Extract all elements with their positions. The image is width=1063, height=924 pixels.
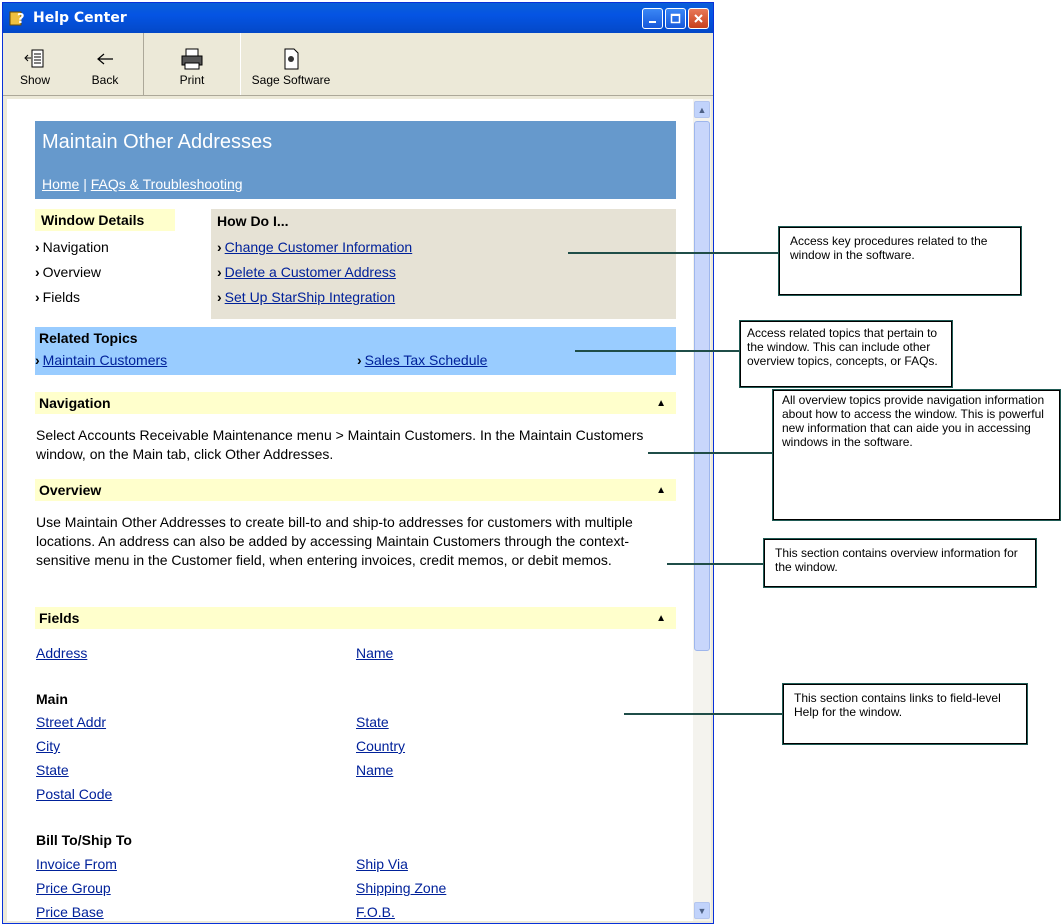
chevron-right-icon: › bbox=[217, 264, 222, 280]
how-do-i-heading: How Do I... bbox=[217, 213, 289, 229]
callout-connector bbox=[667, 563, 763, 565]
window-title: Help Center bbox=[33, 10, 127, 26]
show-button[interactable]: Show bbox=[3, 33, 67, 95]
window-details-heading: Window Details bbox=[35, 209, 175, 231]
field-link[interactable]: State bbox=[36, 762, 69, 778]
close-icon bbox=[694, 13, 703, 23]
collapse-icon[interactable]: ▲ bbox=[656, 485, 666, 496]
related-topic-item[interactable]: › Sales Tax Schedule bbox=[357, 352, 487, 368]
faq-link[interactable]: FAQs & Troubleshooting bbox=[91, 176, 243, 192]
minimize-icon bbox=[649, 20, 656, 23]
chevron-right-icon: › bbox=[217, 289, 222, 305]
minimize-button[interactable] bbox=[642, 7, 663, 29]
delete-address-link[interactable]: Delete a Customer Address bbox=[225, 264, 396, 280]
chevron-right-icon: › bbox=[357, 352, 362, 368]
scroll-up-button[interactable]: ▲ bbox=[694, 101, 710, 118]
breadcrumb-separator: | bbox=[83, 176, 87, 192]
chevron-right-icon: › bbox=[35, 264, 40, 280]
change-customer-link[interactable]: Change Customer Information bbox=[225, 239, 413, 255]
print-label: Print bbox=[179, 73, 205, 87]
page-title: Maintain Other Addresses bbox=[42, 131, 273, 153]
field-link[interactable]: Invoice From bbox=[36, 856, 117, 872]
back-label: Back bbox=[91, 73, 119, 87]
overview-heading: Overview bbox=[39, 482, 102, 498]
field-link[interactable]: Address bbox=[36, 645, 87, 661]
home-link[interactable]: Home bbox=[42, 176, 79, 192]
how-do-i-item[interactable]: › Set Up StarShip Integration bbox=[217, 289, 395, 305]
callout-connector bbox=[624, 713, 782, 715]
fields-heading: Fields bbox=[39, 610, 80, 626]
field-link[interactable]: State bbox=[356, 714, 389, 730]
show-label: Show bbox=[19, 73, 51, 87]
sage-software-button[interactable]: Sage Software bbox=[241, 33, 341, 95]
toolbar: Show Back Print Sage Software bbox=[3, 33, 713, 96]
field-link[interactable]: Name bbox=[356, 762, 393, 778]
sage-page-icon bbox=[284, 48, 299, 70]
print-button[interactable]: Print bbox=[143, 33, 241, 95]
field-link[interactable]: Country bbox=[356, 738, 405, 754]
chevron-right-icon: › bbox=[35, 289, 40, 305]
related-callout: Access related topics that pertain to th… bbox=[739, 320, 953, 388]
how-do-i-panel: How Do I... › Change Customer Information… bbox=[211, 209, 676, 319]
collapse-icon[interactable]: ▲ bbox=[656, 398, 666, 409]
window-details-navigation[interactable]: › Navigation bbox=[35, 239, 109, 255]
chevron-right-icon: › bbox=[35, 239, 40, 255]
scroll-down-button[interactable]: ▼ bbox=[694, 902, 710, 919]
page-header: Maintain Other Addresses Home | FAQs & T… bbox=[35, 121, 676, 199]
field-link[interactable]: City bbox=[36, 738, 60, 754]
overview-callout: This section contains overview informati… bbox=[763, 538, 1037, 588]
sage-label: Sage Software bbox=[251, 73, 331, 87]
help-book-icon: ? bbox=[9, 11, 25, 27]
overview-text: Use Maintain Other Addresses to create b… bbox=[36, 514, 633, 568]
help-center-window: ? Help Center Show Back Print Sage Softw… bbox=[2, 2, 714, 924]
vertical-scrollbar[interactable]: ▲ ▼ bbox=[693, 99, 711, 921]
how-do-i-item[interactable]: › Change Customer Information bbox=[217, 239, 412, 255]
scroll-thumb[interactable] bbox=[694, 121, 710, 651]
related-topics-heading: Related Topics bbox=[39, 330, 138, 346]
window-details-overview[interactable]: › Overview bbox=[35, 264, 101, 280]
field-link[interactable]: Ship Via bbox=[356, 856, 408, 872]
collapse-icon[interactable]: ▲ bbox=[656, 613, 666, 624]
chevron-right-icon: › bbox=[217, 239, 222, 255]
back-button[interactable]: Back bbox=[67, 33, 143, 95]
navigation-callout: All overview topics provide navigation i… bbox=[772, 389, 1061, 521]
fields-callout: This section contains links to field-lev… bbox=[782, 683, 1028, 745]
navigation-text: Select Accounts Receivable Maintenance m… bbox=[36, 427, 644, 462]
field-link[interactable]: Shipping Zone bbox=[356, 880, 446, 896]
navigation-heading: Navigation bbox=[39, 395, 111, 411]
help-content: Maintain Other Addresses Home | FAQs & T… bbox=[7, 99, 693, 921]
how-do-i-item[interactable]: › Delete a Customer Address bbox=[217, 264, 396, 280]
how-do-i-callout: Access key procedures related to the win… bbox=[778, 226, 1022, 296]
callout-connector bbox=[648, 452, 772, 454]
callout-connector bbox=[575, 350, 739, 352]
starship-link[interactable]: Set Up StarShip Integration bbox=[225, 289, 395, 305]
title-bar[interactable]: ? Help Center bbox=[3, 3, 713, 33]
breadcrumb: Home | FAQs & Troubleshooting bbox=[42, 176, 243, 192]
main-group-heading: Main bbox=[36, 691, 68, 707]
field-link[interactable]: Price Base bbox=[36, 904, 104, 920]
window-details-fields[interactable]: › Fields bbox=[35, 289, 80, 305]
overview-section-header[interactable]: Overview ▲ bbox=[35, 479, 676, 501]
sales-tax-schedule-link[interactable]: Sales Tax Schedule bbox=[365, 352, 488, 368]
close-button[interactable] bbox=[688, 7, 709, 29]
field-link[interactable]: F.O.B. bbox=[356, 904, 395, 920]
field-link[interactable]: Price Group bbox=[36, 880, 111, 896]
field-link[interactable]: Street Addr bbox=[36, 714, 106, 730]
callout-connector bbox=[568, 252, 778, 254]
back-arrow-icon bbox=[97, 53, 113, 65]
maintain-customers-link[interactable]: Maintain Customers bbox=[43, 352, 168, 368]
printer-icon bbox=[181, 48, 203, 70]
chevron-right-icon: › bbox=[35, 352, 40, 368]
fields-section-header[interactable]: Fields ▲ bbox=[35, 607, 676, 629]
maximize-icon bbox=[670, 13, 681, 23]
bill-to-ship-to-heading: Bill To/Ship To bbox=[36, 832, 132, 848]
related-topic-item[interactable]: › Maintain Customers bbox=[35, 352, 167, 368]
field-link[interactable]: Name bbox=[356, 645, 393, 661]
maximize-button[interactable] bbox=[665, 7, 686, 29]
show-pane-icon bbox=[24, 49, 44, 68]
svg-text:?: ? bbox=[17, 12, 25, 27]
navigation-section-header[interactable]: Navigation ▲ bbox=[35, 392, 676, 414]
field-link[interactable]: Postal Code bbox=[36, 786, 112, 802]
